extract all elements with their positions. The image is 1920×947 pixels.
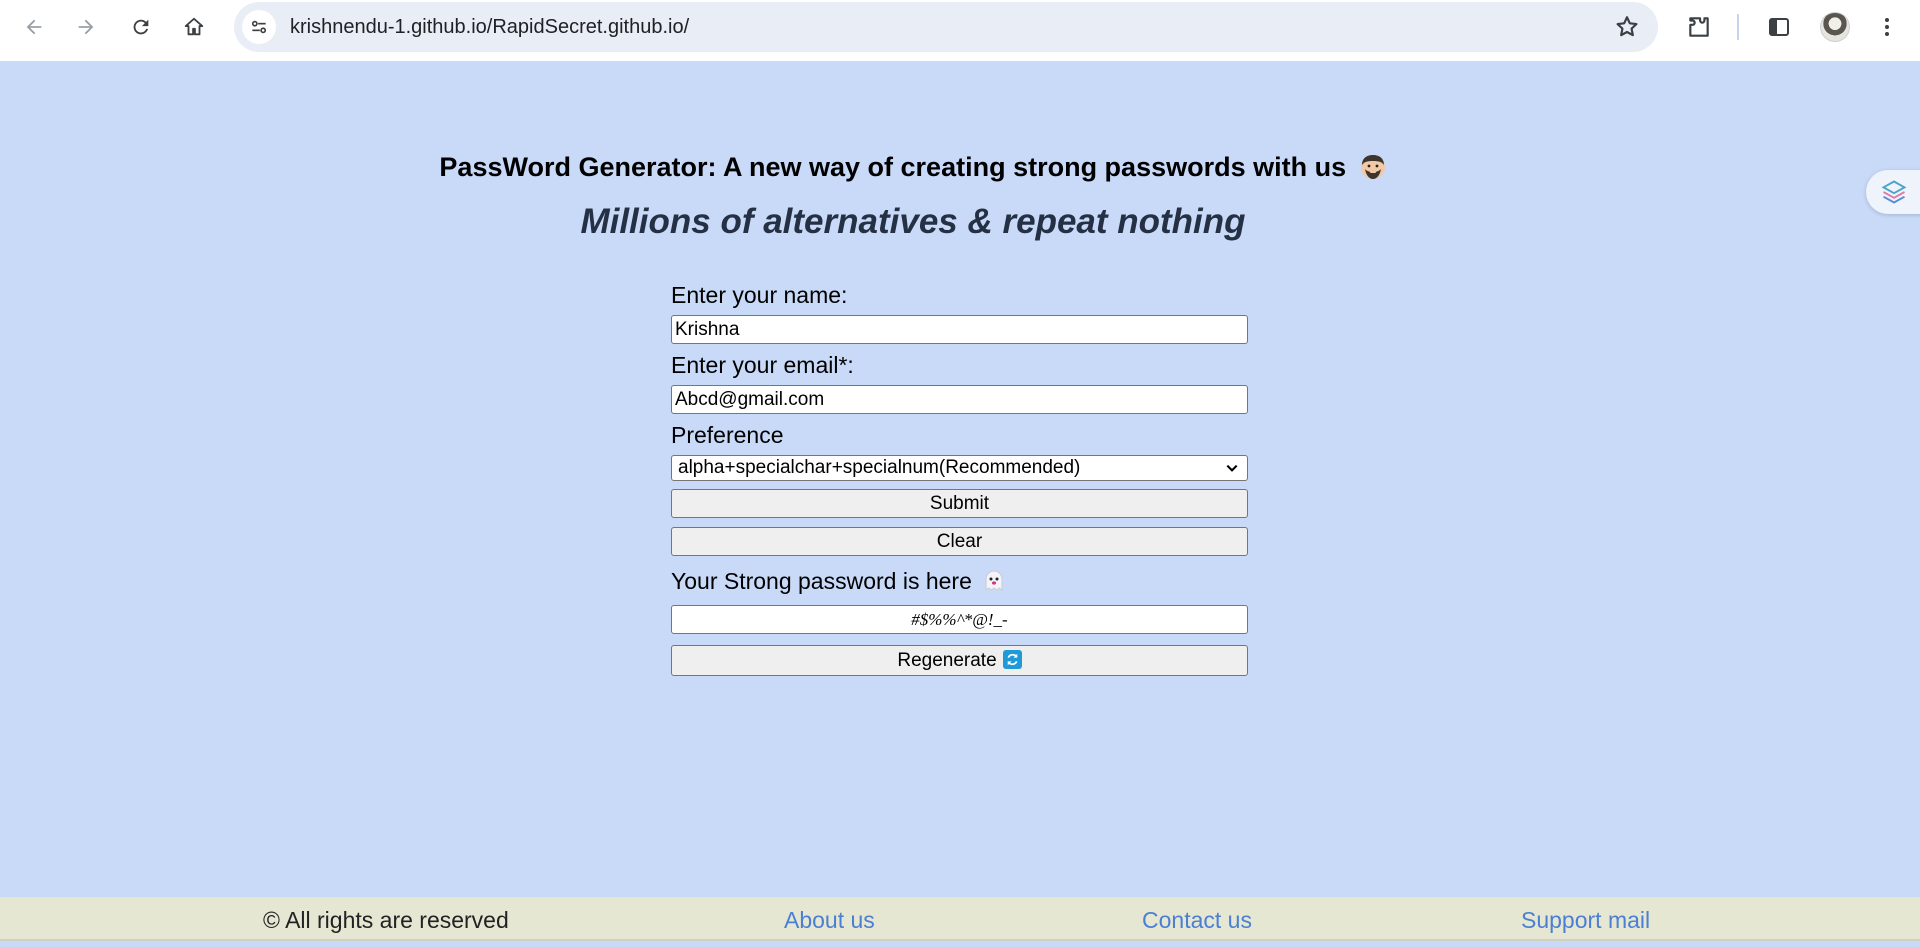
result-heading: Your Strong password is here (671, 566, 1248, 596)
password-output[interactable]: #$%%^*@!_- (671, 605, 1248, 634)
result-label: Your Strong password is here (671, 567, 972, 594)
about-us-link[interactable]: About us (784, 907, 875, 934)
email-field[interactable] (671, 385, 1248, 414)
submit-button[interactable]: Submit (671, 489, 1248, 518)
home-icon (184, 17, 204, 36)
browser-menu-button[interactable] (1872, 12, 1902, 42)
kebab-menu-icon (1885, 18, 1889, 36)
forward-button[interactable] (69, 10, 103, 44)
chevron-down-icon (1226, 464, 1238, 472)
site-settings-icon (251, 20, 267, 34)
reload-button[interactable] (124, 10, 158, 44)
back-arrow-icon (26, 19, 42, 35)
page-footer: © All rights are reserved About us Conta… (0, 897, 1920, 941)
preference-selected-value: alpha+specialchar+specialnum(Recommended… (678, 457, 1081, 478)
forward-arrow-icon (78, 19, 94, 35)
name-field[interactable] (671, 315, 1248, 344)
support-mail-link[interactable]: Support mail (1521, 907, 1650, 934)
preference-select[interactable]: alpha+specialchar+specialnum(Recommended… (671, 455, 1248, 481)
url-text[interactable]: krishnendu-1.github.io/RapidSecret.githu… (290, 16, 689, 39)
regenerate-label: Regenerate (897, 650, 997, 671)
address-bar[interactable]: krishnendu-1.github.io/RapidSecret.githu… (234, 2, 1658, 52)
puzzle-icon (1689, 17, 1709, 37)
site-settings-button[interactable] (242, 10, 276, 44)
password-form: Enter your name: Enter your email*: Pref… (671, 280, 1248, 676)
man-face-emoji-icon (1360, 155, 1385, 179)
page-title: PassWord Generator: A new way of creatin… (439, 152, 1347, 182)
browser-toolbar: krishnendu-1.github.io/RapidSecret.githu… (0, 0, 1920, 62)
star-icon[interactable] (1614, 14, 1640, 40)
name-label: Enter your name: (671, 282, 848, 308)
preference-label: Preference (671, 422, 784, 448)
profile-avatar[interactable] (1820, 12, 1850, 42)
reload-icon (133, 19, 149, 35)
side-panel-button[interactable] (1764, 12, 1794, 42)
side-panel-icon (1769, 18, 1789, 36)
regenerate-button[interactable]: Regenerate (671, 645, 1248, 676)
home-button[interactable] (177, 10, 211, 44)
page-subtitle: Millions of alternatives & repeat nothin… (580, 202, 1246, 241)
page-heading: PassWord Generator: A new way of creatin… (0, 152, 1826, 183)
ghost-emoji-icon (985, 570, 1003, 591)
refresh-icon (1002, 650, 1022, 669)
toolbar-divider (1737, 14, 1739, 40)
contact-us-link[interactable]: Contact us (1142, 907, 1252, 934)
email-label: Enter your email*: (671, 352, 854, 378)
side-extension-widget[interactable] (1866, 170, 1920, 214)
clear-button[interactable]: Clear (671, 527, 1248, 556)
layers-icon (1881, 180, 1907, 204)
extensions-button[interactable] (1684, 12, 1714, 42)
copyright-text: © All rights are reserved (263, 907, 509, 933)
back-button[interactable] (17, 10, 51, 44)
